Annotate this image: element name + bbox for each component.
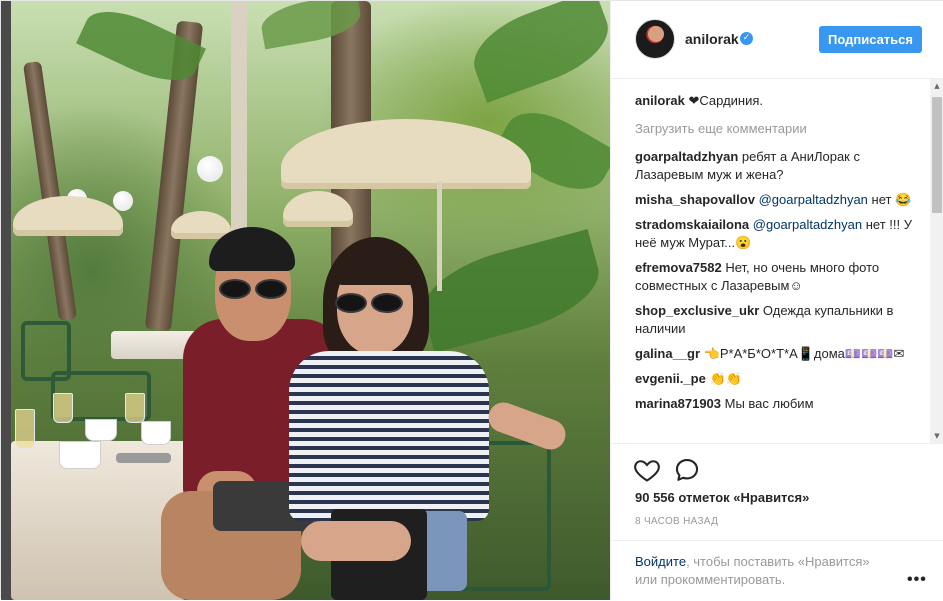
parasol [281, 119, 531, 189]
login-prompt: Войдите, чтобы поставить «Нравится» или … [611, 540, 943, 601]
follow-button[interactable]: Подписаться [819, 26, 922, 53]
coffee-cup [141, 421, 171, 445]
lamp-globe [197, 156, 223, 182]
comment-text: 👏👏 [709, 371, 742, 386]
comment-username[interactable]: stradomskaiailona [635, 217, 749, 232]
palm-leaf [413, 229, 609, 353]
post-header: anilorak ✓ Подписаться [611, 1, 943, 79]
login-link[interactable]: Войдите [635, 554, 686, 569]
parasol-pole [437, 181, 442, 291]
scroll-down-arrow-icon[interactable]: ▼ [930, 429, 943, 443]
comment-item: shop_exclusive_ukr Одежда купальники в н… [635, 302, 921, 338]
comment-text: 👈Р*А*Б*О*Т*А📱дома💷💷💷✉ [703, 346, 905, 361]
comment-items: goarpaltadzhyan ребят а АниЛорак с Лазар… [635, 148, 921, 413]
comment-item: stradomskaiailona @goarpaltadzhyan нет !… [635, 216, 921, 252]
lamp-globe [113, 191, 133, 211]
author-username[interactable]: anilorak [685, 31, 739, 47]
coffee-cup [85, 419, 117, 441]
post-timestamp: 8 ЧАСОВ НАЗАД [635, 516, 719, 527]
login-prompt-text: Войдите, чтобы поставить «Нравится» или … [635, 553, 895, 589]
woman-hands [301, 521, 411, 561]
comment-item: goarpaltadzhyan ребят а АниЛорак с Лазар… [635, 148, 921, 184]
comment-item: galina__gr 👈Р*А*Б*О*Т*А📱дома💷💷💷✉ [635, 345, 921, 363]
avatar-face [648, 26, 664, 42]
man-sunglasses [219, 279, 287, 299]
heart-icon[interactable] [633, 456, 661, 484]
comment-mention[interactable]: @goarpaltadzhyan [753, 217, 862, 232]
load-more-comments-link[interactable]: Загрузить еще комментарии [635, 120, 921, 138]
comment-text: нет 😂 [871, 192, 912, 207]
lamp-post [231, 1, 247, 241]
comment-username[interactable]: misha_shapovallov [635, 192, 755, 207]
instagram-post: anilorak ✓ Подписаться anilorak ❤Сардини… [0, 0, 943, 600]
parasol [13, 196, 123, 236]
post-photo[interactable] [1, 1, 610, 600]
comments-list[interactable]: anilorak ❤Сардиния. Загрузить еще коммен… [635, 79, 921, 443]
phone-on-table [116, 453, 171, 463]
comment-item: misha_shapovallov @goarpaltadzhyan нет 😂 [635, 191, 921, 209]
post-actions: 90 556 отметок «Нравится» 8 ЧАСОВ НАЗАД … [611, 443, 943, 600]
author-avatar[interactable] [635, 19, 675, 59]
palm-leaf [463, 1, 610, 103]
comment-item: efremova7582 Нет, но очень много фото со… [635, 259, 921, 295]
comment-mention[interactable]: @goarpaltadzhyan [759, 192, 868, 207]
caption-text: ❤Сардиния. [688, 93, 764, 108]
comment-item: marina871903 Мы вас любим [635, 395, 921, 413]
scroll-up-arrow-icon[interactable]: ▲ [930, 79, 943, 93]
woman-striped-top [289, 351, 489, 521]
scrollbar-thumb[interactable] [932, 97, 942, 213]
wine-glass [125, 393, 145, 423]
comment-username[interactable]: goarpaltadzhyan [635, 149, 738, 164]
post-side-panel: anilorak ✓ Подписаться anilorak ❤Сардини… [610, 1, 943, 600]
likes-count[interactable]: 90 556 отметок «Нравится» [635, 490, 809, 505]
post-caption: anilorak ❤Сардиния. [635, 92, 921, 110]
comment-username[interactable]: galina__gr [635, 346, 700, 361]
verified-check-icon: ✓ [740, 32, 753, 45]
comment-username[interactable]: evgenii._pe [635, 371, 706, 386]
comments-scrollbar[interactable]: ▲ ▼ [930, 79, 943, 443]
parasol [171, 211, 231, 239]
woman-bangs [333, 251, 419, 285]
comment-username[interactable]: shop_exclusive_ukr [635, 303, 759, 318]
woman-sunglasses [335, 293, 403, 313]
comment-item: evgenii._pe 👏👏 [635, 370, 921, 388]
wine-glass [15, 409, 35, 449]
more-options-icon[interactable]: ••• [907, 571, 927, 589]
coffee-cup [59, 441, 101, 469]
wine-glass [53, 393, 73, 423]
comment-bubble-icon[interactable] [673, 456, 701, 484]
caption-username[interactable]: anilorak [635, 93, 685, 108]
comment-username[interactable]: marina871903 [635, 396, 721, 411]
photo-left-edge [1, 1, 11, 600]
comment-username[interactable]: efremova7582 [635, 260, 722, 275]
comment-text: Мы вас любим [724, 396, 814, 411]
